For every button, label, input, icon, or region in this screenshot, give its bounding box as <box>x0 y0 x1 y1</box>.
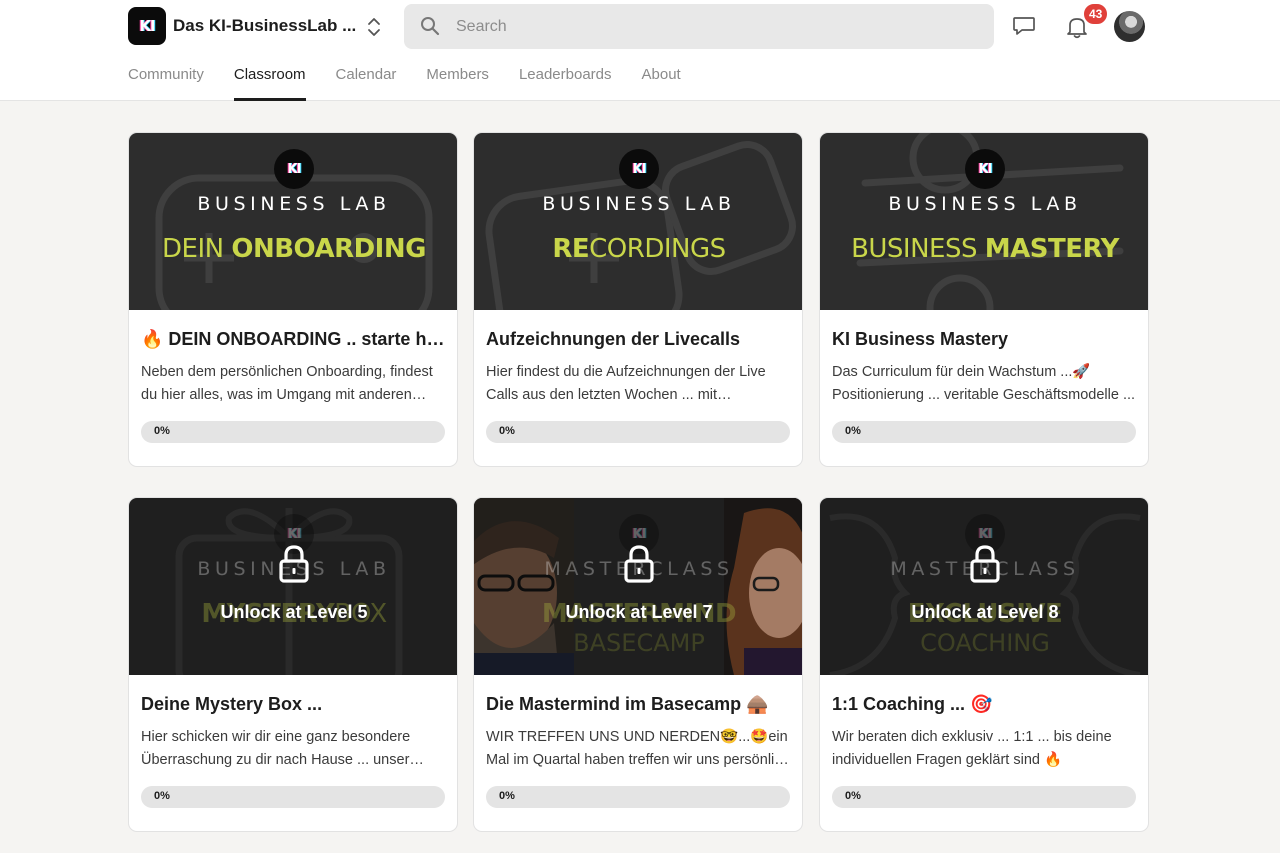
course-card-onboarding[interactable]: KI BUSINESS LAB DEIN ONBOARDING 🔥 DEIN O… <box>128 132 458 467</box>
main-nav-tabs: Community Classroom Calendar Members Lea… <box>128 66 711 101</box>
course-title: Aufzeichnungen der Livecalls <box>486 329 741 349</box>
banner-title: BUSINESS MASTERY <box>851 234 1119 264</box>
progress-label: 0% <box>154 425 170 437</box>
course-card-business-mastery[interactable]: KI BUSINESS LAB BUSINESS MASTERY KI Busi… <box>819 132 1149 467</box>
course-banner: KI BUSINESS LAB DEIN ONBOARDING <box>129 133 457 310</box>
banner-title: RECORDINGS <box>552 234 726 264</box>
logo-text: KI <box>139 17 155 35</box>
course-progress-bar: 0% <box>832 786 1136 808</box>
course-progress-bar: 0% <box>832 421 1136 443</box>
lock-icon <box>624 545 654 583</box>
course-title: Deine Mystery Box ... <box>141 694 323 714</box>
tab-members[interactable]: Members <box>426 66 489 101</box>
chat-button[interactable] <box>1010 12 1038 40</box>
course-description: Hier schicken wir dir eine ganz besonder… <box>141 729 411 768</box>
course-banner: KI BUSINESS LAB BUSINESS MASTERY <box>820 133 1148 310</box>
ki-logo-badge: KI <box>965 149 1005 189</box>
progress-label: 0% <box>499 425 515 437</box>
ki-logo-badge: KI <box>619 149 659 189</box>
search-input[interactable] <box>456 4 976 49</box>
community-switcher-icon[interactable] <box>363 14 385 40</box>
course-banner: KI MASTERCLASS EXCLUSIVE COACHING Unlock… <box>820 498 1148 675</box>
course-description: Neben dem persönlichen Onboarding, finde… <box>141 364 433 403</box>
unlock-level-label: Unlock at Level 8 <box>911 602 1059 622</box>
banner-brand: BUSINESS LAB <box>888 193 1082 215</box>
search-icon <box>421 17 440 36</box>
lock-icon <box>970 545 1000 583</box>
search-bar[interactable] <box>404 4 994 49</box>
course-progress-bar: 0% <box>486 421 790 443</box>
chat-icon <box>1013 17 1035 35</box>
banner-title: DEIN ONBOARDING <box>162 234 426 264</box>
lock-overlay: Unlock at Level 8 <box>820 498 1148 675</box>
notification-count-badge: 43 <box>1082 2 1110 26</box>
course-card-recordings[interactable]: KI BUSINESS LAB RECORDINGS Aufzeichnunge… <box>473 132 803 467</box>
course-title: Die Mastermind im Basecamp 🛖 <box>486 694 769 714</box>
banner-brand: BUSINESS LAB <box>542 193 736 215</box>
course-title: 🔥 DEIN ONBOARDING .. starte hier 🔥 <box>141 329 449 349</box>
course-card-mystery-box[interactable]: KI BUSINESS LAB MYSTERYBOX Unlock at Lev… <box>128 497 458 832</box>
community-logo[interactable]: KI <box>128 7 166 45</box>
course-description: Das Curriculum für dein Wachstum ...🚀 Po… <box>832 364 1136 403</box>
progress-label: 0% <box>845 425 861 437</box>
lock-overlay: Unlock at Level 7 <box>474 498 802 675</box>
course-description: Hier findest du die Aufzeichnungen der L… <box>486 364 766 403</box>
tab-calendar[interactable]: Calendar <box>336 66 397 101</box>
tab-community[interactable]: Community <box>128 66 204 101</box>
course-description: WIR TREFFEN UNS UND NERDEN🤓...🤩ein Mal i… <box>486 729 790 768</box>
chevron-up-down-icon <box>368 18 380 36</box>
progress-label: 0% <box>154 790 170 802</box>
tab-leaderboards[interactable]: Leaderboards <box>519 66 612 101</box>
course-banner: KI BUSINESS LAB RECORDINGS <box>474 133 802 310</box>
course-progress-bar: 0% <box>486 786 790 808</box>
course-title: 1:1 Coaching ... 🎯 <box>832 694 993 714</box>
course-progress-bar: 0% <box>141 421 445 443</box>
community-name[interactable]: Das KI-BusinessLab ... <box>173 16 356 36</box>
course-description: Wir beraten dich exklusiv ... 1:1 ... bi… <box>832 729 1112 768</box>
top-header: KI Das KI-BusinessLab ... 43 Community C… <box>0 0 1280 101</box>
progress-label: 0% <box>845 790 861 802</box>
course-card-mastermind-basecamp[interactable]: KI MASTERCLASS MASTERMIND BASECAMP Unloc… <box>473 497 803 832</box>
unlock-level-label: Unlock at Level 7 <box>565 602 713 622</box>
tab-classroom[interactable]: Classroom <box>233 66 306 101</box>
ki-logo-badge: KI <box>274 149 314 189</box>
course-card-coaching[interactable]: KI MASTERCLASS EXCLUSIVE COACHING Unlock… <box>819 497 1149 832</box>
lock-overlay: Unlock at Level 5 <box>129 498 457 675</box>
banner-brand: BUSINESS LAB <box>197 193 391 215</box>
lock-icon <box>279 545 309 583</box>
user-avatar[interactable] <box>1114 11 1145 42</box>
course-progress-bar: 0% <box>141 786 445 808</box>
course-title: KI Business Mastery <box>832 329 1009 349</box>
progress-label: 0% <box>499 790 515 802</box>
tab-about[interactable]: About <box>642 66 681 101</box>
course-banner: KI MASTERCLASS MASTERMIND BASECAMP Unloc… <box>474 498 802 675</box>
course-banner: KI BUSINESS LAB MYSTERYBOX Unlock at Lev… <box>129 498 457 675</box>
unlock-level-label: Unlock at Level 5 <box>220 602 368 622</box>
